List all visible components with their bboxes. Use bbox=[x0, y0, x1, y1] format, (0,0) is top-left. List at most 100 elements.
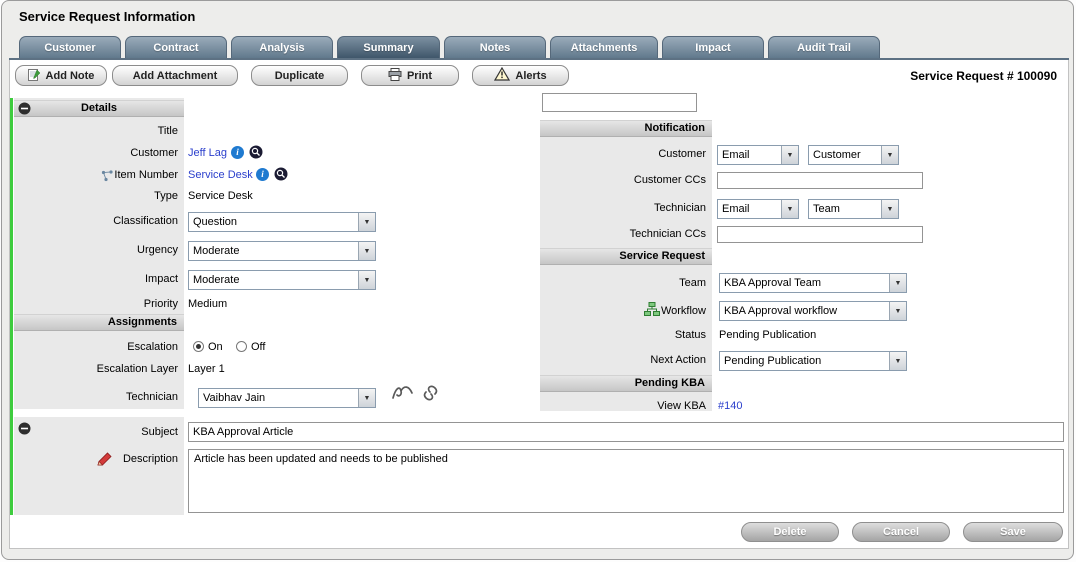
customer-ccs-input[interactable] bbox=[717, 172, 923, 189]
collapse-details-icon[interactable] bbox=[18, 102, 31, 120]
duplicate-label: Duplicate bbox=[275, 70, 325, 82]
dropdown-arrow-icon: ▼ bbox=[358, 242, 375, 260]
notification-top-input[interactable] bbox=[542, 93, 697, 112]
escalation-layer-label: Escalation Layer bbox=[14, 363, 178, 375]
workflow-value: KBA Approval workflow bbox=[720, 302, 889, 320]
service-request-section-header: Service Request bbox=[540, 248, 712, 265]
technician-method-select[interactable]: Email ▼ bbox=[717, 199, 799, 219]
next-action-value: Pending Publication bbox=[720, 352, 889, 370]
workflow-select[interactable]: KBA Approval workflow ▼ bbox=[719, 301, 907, 321]
dropdown-arrow-icon: ▼ bbox=[358, 389, 375, 407]
technician-ccs-label: Technician CCs bbox=[540, 228, 706, 240]
customer-method-select[interactable]: Email ▼ bbox=[717, 145, 799, 165]
impact-value: Moderate bbox=[189, 271, 358, 289]
section-accent-bar bbox=[10, 98, 13, 515]
dropdown-arrow-icon: ▼ bbox=[889, 302, 906, 320]
technician-recipient-value: Team bbox=[809, 200, 881, 218]
print-label: Print bbox=[407, 70, 432, 82]
tab-bar: Customer Contract Analysis Summary Notes… bbox=[19, 36, 880, 58]
impact-select[interactable]: Moderate ▼ bbox=[188, 270, 376, 290]
dropdown-arrow-icon: ▼ bbox=[781, 200, 798, 218]
tab-summary[interactable]: Summary bbox=[337, 36, 440, 58]
item-number-label: Item Number bbox=[14, 169, 178, 181]
dropdown-arrow-icon: ▼ bbox=[889, 274, 906, 292]
subject-label: Subject bbox=[14, 426, 178, 438]
request-number: Service Request # 100090 bbox=[910, 69, 1057, 83]
urgency-label: Urgency bbox=[14, 244, 178, 256]
tab-customer[interactable]: Customer bbox=[19, 36, 121, 58]
technician-select[interactable]: Vaibhav Jain ▼ bbox=[198, 388, 376, 408]
unassign-technician-icon[interactable] bbox=[423, 385, 443, 408]
technician-ccs-input[interactable] bbox=[717, 226, 923, 243]
title-label: Title bbox=[14, 125, 178, 137]
customer-info-icon[interactable]: i bbox=[231, 146, 244, 159]
classification-select[interactable]: Question ▼ bbox=[188, 212, 376, 232]
technician-method-value: Email bbox=[718, 200, 781, 218]
priority-value: Medium bbox=[188, 298, 227, 310]
team-label: Team bbox=[540, 277, 706, 289]
item-search-icon[interactable] bbox=[274, 167, 288, 186]
add-note-label: Add Note bbox=[46, 70, 95, 82]
add-attachment-button[interactable]: Add Attachment bbox=[112, 65, 238, 86]
print-button[interactable]: Print bbox=[361, 65, 459, 86]
duplicate-button[interactable]: Duplicate bbox=[251, 65, 348, 86]
customer-label: Customer bbox=[14, 147, 178, 159]
technician-label: Technician bbox=[14, 391, 178, 403]
tab-notes[interactable]: Notes bbox=[444, 36, 546, 58]
next-action-select[interactable]: Pending Publication ▼ bbox=[719, 351, 907, 371]
type-value: Service Desk bbox=[188, 190, 253, 202]
customer-method-value: Email bbox=[718, 146, 781, 164]
add-attachment-label: Add Attachment bbox=[133, 70, 218, 82]
view-kba-link[interactable]: #140 bbox=[718, 400, 742, 412]
classification-label: Classification bbox=[14, 215, 178, 227]
dropdown-arrow-icon: ▼ bbox=[358, 213, 375, 231]
alerts-label: Alerts bbox=[515, 70, 546, 82]
service-request-screen: Service Request Information Customer Con… bbox=[0, 0, 1076, 562]
notification-technician-label: Technician bbox=[540, 202, 706, 214]
alerts-button[interactable]: Alerts bbox=[472, 65, 569, 86]
tab-audit-trail[interactable]: Audit Trail bbox=[768, 36, 880, 58]
view-kba-label: View KBA bbox=[540, 400, 706, 412]
priority-label: Priority bbox=[14, 298, 178, 310]
save-button[interactable]: Save bbox=[963, 522, 1063, 542]
escalation-on-label: On bbox=[208, 341, 223, 353]
tab-contract[interactable]: Contract bbox=[125, 36, 227, 58]
status-label: Status bbox=[540, 329, 706, 341]
item-number-link[interactable]: Service Desk bbox=[188, 169, 253, 181]
description-textarea[interactable]: Article has been updated and needs to be… bbox=[188, 449, 1064, 513]
page-title: Service Request Information bbox=[19, 9, 195, 24]
reassign-technician-icon[interactable] bbox=[391, 383, 415, 406]
workflow-label: Workflow bbox=[540, 305, 706, 317]
classification-value: Question bbox=[189, 213, 358, 231]
tab-analysis[interactable]: Analysis bbox=[231, 36, 333, 58]
item-info-icon[interactable]: i bbox=[256, 168, 269, 181]
tab-attachments[interactable]: Attachments bbox=[550, 36, 658, 58]
description-label: Description bbox=[14, 453, 178, 465]
dropdown-arrow-icon: ▼ bbox=[358, 271, 375, 289]
type-label: Type bbox=[14, 190, 178, 202]
tab-impact[interactable]: Impact bbox=[662, 36, 764, 58]
cancel-button[interactable]: Cancel bbox=[852, 522, 950, 542]
notification-section-header: Notification bbox=[540, 120, 712, 137]
customer-link[interactable]: Jeff Lag bbox=[188, 147, 227, 159]
customer-recipient-select[interactable]: Customer ▼ bbox=[808, 145, 899, 165]
assignments-section-header: Assignments bbox=[14, 314, 184, 331]
dropdown-arrow-icon: ▼ bbox=[881, 200, 898, 218]
escalation-layer-value: Layer 1 bbox=[188, 363, 225, 375]
customer-search-icon[interactable] bbox=[249, 145, 263, 164]
technician-recipient-select[interactable]: Team ▼ bbox=[808, 199, 899, 219]
team-select[interactable]: KBA Approval Team ▼ bbox=[719, 273, 907, 293]
urgency-select[interactable]: Moderate ▼ bbox=[188, 241, 376, 261]
next-action-label: Next Action bbox=[540, 354, 706, 366]
escalation-off-label: Off bbox=[251, 341, 265, 353]
escalation-on-radio[interactable] bbox=[193, 341, 204, 352]
delete-button[interactable]: Delete bbox=[741, 522, 839, 542]
add-note-button[interactable]: Add Note bbox=[15, 65, 107, 86]
right-label-gutter bbox=[540, 120, 712, 411]
details-section-header: Details bbox=[14, 100, 184, 117]
service-request-window: Service Request Information Customer Con… bbox=[1, 0, 1074, 560]
dropdown-arrow-icon: ▼ bbox=[781, 146, 798, 164]
subject-input[interactable] bbox=[188, 422, 1064, 442]
escalation-off-radio[interactable] bbox=[236, 341, 247, 352]
team-value: KBA Approval Team bbox=[720, 274, 889, 292]
